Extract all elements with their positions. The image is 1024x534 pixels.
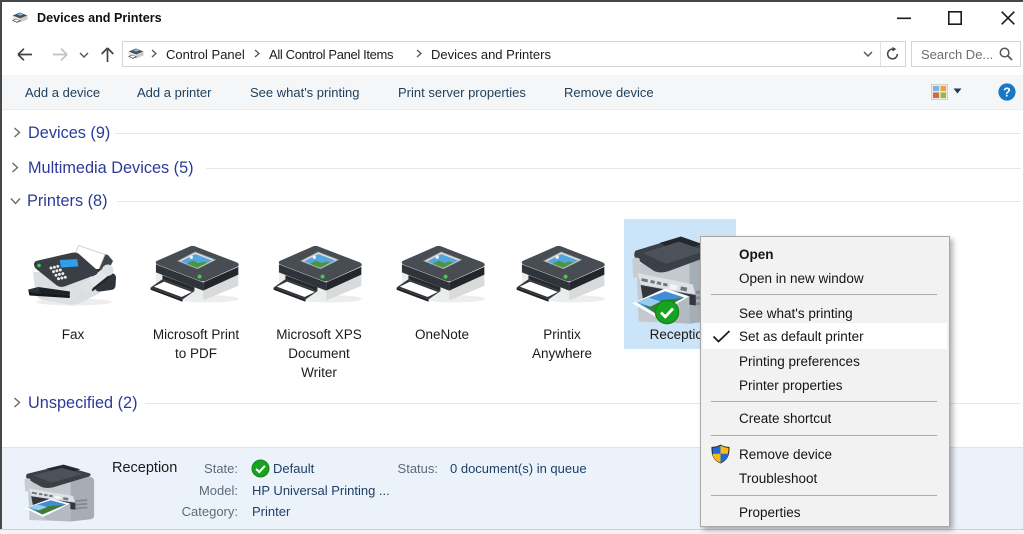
svg-text:?: ? <box>1003 85 1011 99</box>
